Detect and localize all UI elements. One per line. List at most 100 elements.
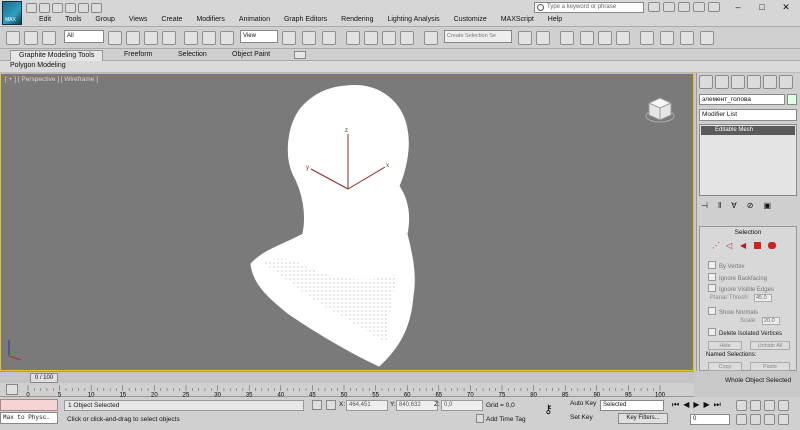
polygon-mode-icon[interactable]: [754, 242, 761, 249]
reference-coordinate-dropdown[interactable]: View: [240, 30, 278, 43]
subscription-icon[interactable]: [663, 2, 675, 12]
pin-stack-icon[interactable]: ⊣: [701, 201, 708, 210]
ribbon-options-icon[interactable]: [294, 51, 306, 59]
perspective-viewport[interactable]: [ + ] [ Perspective ] [ Wireframe ] z y …: [0, 73, 694, 371]
absolute-mode-icon[interactable]: [326, 400, 336, 410]
delete-isolated-vertices-checkbox[interactable]: Delete Isolated Vertices: [708, 328, 782, 337]
z-coord-field[interactable]: 0,0: [441, 400, 483, 411]
set-key-button[interactable]: Set Key: [570, 414, 593, 421]
scale-spinner[interactable]: 20,0: [762, 317, 780, 325]
show-end-result-icon[interactable]: ‖: [718, 201, 721, 210]
make-unique-icon[interactable]: ∀: [731, 201, 736, 210]
add-time-tag-button[interactable]: Add Time Tag: [486, 416, 526, 423]
auto-key-button[interactable]: Auto Key: [570, 400, 596, 407]
search-input[interactable]: Type a keyword or phrase: [534, 2, 644, 13]
orbit-icon[interactable]: [764, 414, 775, 425]
selection-filter-dropdown[interactable]: All: [64, 30, 104, 43]
favorites-star-icon[interactable]: [693, 2, 705, 12]
track-bar[interactable]: 0 5 10 15 20 25 30 35 40 45 50 55 60 65 70 75 80 85 90 95 10…: [0, 383, 694, 397]
previous-frame-icon[interactable]: ◀: [683, 400, 689, 410]
mirror-icon[interactable]: [518, 31, 532, 45]
menu-help[interactable]: Help: [541, 15, 569, 25]
menu-graph-editors[interactable]: Graph Editors: [277, 15, 334, 25]
rendered-frame-icon[interactable]: [680, 31, 694, 45]
redo-icon[interactable]: [78, 3, 89, 13]
paste-button[interactable]: Paste: [750, 362, 790, 371]
render-teapot-icon[interactable]: [700, 31, 714, 45]
key-filters-button[interactable]: Key Filters...: [618, 413, 668, 424]
configure-sets-icon[interactable]: ▣: [763, 201, 771, 210]
utilities-tab-icon[interactable]: [779, 75, 793, 89]
unlink-icon[interactable]: [24, 31, 38, 45]
modifier-list-dropdown[interactable]: Modifier List: [699, 109, 797, 121]
copy-button[interactable]: Copy: [708, 362, 742, 371]
time-slider[interactable]: 0 / 100: [0, 371, 694, 383]
menu-views[interactable]: Views: [122, 15, 155, 25]
communication-icon[interactable]: [678, 2, 690, 12]
align-icon[interactable]: [536, 31, 550, 45]
hide-button[interactable]: Hide: [708, 341, 742, 350]
material-editor-icon[interactable]: [640, 31, 654, 45]
key-mode-dropdown[interactable]: Selected: [600, 400, 664, 411]
percent-snap-icon[interactable]: [382, 31, 396, 45]
field-of-view-icon[interactable]: [736, 414, 747, 425]
snaps-toggle-icon[interactable]: [346, 31, 360, 45]
modify-tab-icon[interactable]: [715, 75, 729, 89]
zoom-extents-all-icon[interactable]: [778, 400, 789, 411]
tab-freeform[interactable]: Freeform: [116, 50, 160, 60]
maxscript-output[interactable]: [0, 399, 58, 411]
menu-customize[interactable]: Customize: [447, 15, 494, 25]
edge-mode-icon[interactable]: ◁: [726, 241, 732, 250]
play-icon[interactable]: ▶: [693, 400, 699, 410]
rectangular-selection-icon[interactable]: [144, 31, 158, 45]
spinner-snap-icon[interactable]: [400, 31, 414, 45]
hierarchy-tab-icon[interactable]: [731, 75, 745, 89]
select-object-icon[interactable]: [108, 31, 122, 45]
display-tab-icon[interactable]: [763, 75, 777, 89]
show-normals-checkbox[interactable]: Show Normals: [708, 307, 758, 316]
layer-manager-icon[interactable]: [560, 31, 574, 45]
create-tab-icon[interactable]: [699, 75, 713, 89]
render-setup-icon[interactable]: [660, 31, 674, 45]
edit-named-selection-icon[interactable]: [424, 31, 438, 45]
scale-icon[interactable]: [220, 31, 234, 45]
ignore-backfacing-checkbox[interactable]: Ignore Backfacing: [708, 273, 767, 282]
app-logo-button[interactable]: MAX: [2, 1, 22, 25]
x-coord-field[interactable]: 464,451: [346, 400, 388, 411]
menu-lighting-analysis[interactable]: Lighting Analysis: [380, 15, 446, 25]
named-selection-dropdown[interactable]: Create Selection Se: [444, 30, 512, 43]
rotate-icon[interactable]: [202, 31, 216, 45]
tab-selection[interactable]: Selection: [170, 50, 215, 60]
menu-create[interactable]: Create: [154, 15, 189, 25]
bind-spacewarp-icon[interactable]: [42, 31, 56, 45]
next-frame-icon[interactable]: ▶: [704, 400, 710, 410]
face-mode-icon[interactable]: ◀: [740, 241, 746, 250]
menu-tools[interactable]: Tools: [58, 15, 88, 25]
help-icon[interactable]: [708, 2, 720, 12]
menu-modifiers[interactable]: Modifiers: [189, 15, 231, 25]
motion-tab-icon[interactable]: [747, 75, 761, 89]
angle-snap-icon[interactable]: [364, 31, 378, 45]
time-tag-icon[interactable]: [476, 414, 484, 423]
viewcube-icon[interactable]: [645, 94, 675, 124]
select-manipulate-icon[interactable]: [302, 31, 316, 45]
window-crossing-icon[interactable]: [162, 31, 176, 45]
menu-edit[interactable]: Edit: [32, 15, 58, 25]
polygon-modeling-label[interactable]: Polygon Modeling: [10, 62, 66, 69]
binoculars-icon[interactable]: [648, 2, 660, 12]
project-folder-icon[interactable]: [91, 3, 102, 13]
go-to-start-icon[interactable]: ⏮: [672, 400, 679, 410]
current-frame-field[interactable]: 0: [690, 414, 730, 425]
object-color-swatch[interactable]: [787, 94, 797, 105]
open-file-icon[interactable]: [39, 3, 50, 13]
object-name-field[interactable]: элемент_голова: [699, 94, 785, 105]
time-slider-thumb[interactable]: 0 / 100: [30, 373, 58, 383]
pivot-center-icon[interactable]: [282, 31, 296, 45]
element-mode-icon[interactable]: [768, 242, 776, 249]
move-icon[interactable]: [184, 31, 198, 45]
menu-animation[interactable]: Animation: [232, 15, 277, 25]
graphite-toggle-icon[interactable]: [580, 31, 594, 45]
menu-maxscript[interactable]: MAXScript: [494, 15, 541, 25]
schematic-view-icon[interactable]: [616, 31, 630, 45]
zoom-extents-icon[interactable]: [764, 400, 775, 411]
